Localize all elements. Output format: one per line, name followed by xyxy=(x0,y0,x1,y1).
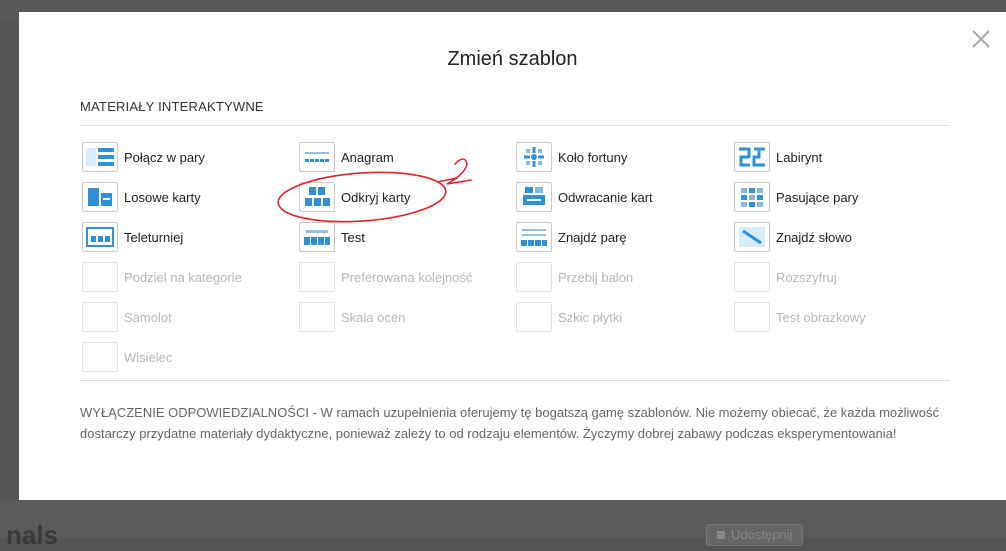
template-label: Przebij balon xyxy=(558,269,634,285)
divider xyxy=(80,380,950,381)
template-label: Test obrazkowy xyxy=(776,309,866,325)
template-rank-order: Preferowana kolejność xyxy=(299,260,473,294)
template-matching-pairs[interactable]: Pasujące pary xyxy=(734,180,858,214)
template-maze[interactable]: Labirynt xyxy=(734,140,822,174)
template-label: Losowe karty xyxy=(124,189,201,205)
maze-icon xyxy=(734,142,770,172)
template-anagram[interactable]: Anagram xyxy=(299,140,394,174)
template-label: Labirynt xyxy=(776,149,823,165)
template-label: Anagram xyxy=(341,149,394,165)
template-label: Podziel na kategorie xyxy=(124,269,242,285)
quiz-show-icon xyxy=(82,222,118,252)
image-quiz-icon xyxy=(734,302,770,332)
template-label: Odwracanie kart xyxy=(558,189,653,205)
template-random-cards[interactable]: Losowe karty xyxy=(82,180,201,214)
unjumble-icon xyxy=(734,262,770,292)
template-label: Test xyxy=(341,229,365,245)
template-label: Znajdź słowo xyxy=(776,229,852,245)
template-hangman: Wisielec xyxy=(82,340,172,374)
background-heading: nals xyxy=(6,520,59,550)
find-match-icon xyxy=(516,222,552,252)
anagram-icon xyxy=(299,142,335,172)
template-flip-tiles[interactable]: Odwracanie kart xyxy=(516,180,653,214)
template-open-box[interactable]: Odkryj karty xyxy=(299,180,410,214)
template-label: Wisielec xyxy=(124,349,173,365)
template-label: Połącz w pary xyxy=(124,149,205,165)
template-tile-sketch: Szkic płytki xyxy=(516,300,622,334)
template-match-up[interactable]: Połącz w pary xyxy=(82,140,205,174)
template-label: Znajdź parę xyxy=(558,229,627,245)
flip-tiles-icon xyxy=(516,182,552,212)
template-label: Odkryj karty xyxy=(341,189,411,205)
template-label: Skala ocen xyxy=(341,309,406,325)
open-box-icon xyxy=(299,182,335,212)
rank-order-icon xyxy=(299,262,335,292)
airplane-icon xyxy=(82,302,118,332)
section-title: MATERIAŁY INTERAKTYWNE xyxy=(80,99,264,114)
template-balloon-pop: Przebij balon xyxy=(516,260,633,294)
template-image-quiz: Test obrazkowy xyxy=(734,300,866,334)
share-button[interactable]: Udostępnij xyxy=(706,524,804,546)
background-bottom-bar xyxy=(0,500,1006,538)
close-icon[interactable] xyxy=(970,28,992,50)
modal-title: Zmień szablon xyxy=(447,48,578,70)
rating-scale-icon xyxy=(299,302,335,332)
template-label: Szkic płytki xyxy=(558,309,623,325)
template-label: Teleturniej xyxy=(124,229,184,245)
template-rating-scale: Skala ocen xyxy=(299,300,405,334)
template-label: Rozszyfruj xyxy=(776,269,837,285)
template-unjumble: Rozszyfruj xyxy=(734,260,837,294)
quiz-icon xyxy=(299,222,335,252)
change-template-modal: Zmień szablon MATERIAŁY INTERAKTYWNE Poł… xyxy=(19,12,1006,500)
random-cards-icon xyxy=(82,182,118,212)
template-label: Koło fortuny xyxy=(558,149,628,165)
wheel-icon xyxy=(516,142,552,172)
match-up-icon xyxy=(82,142,118,172)
group-sort-icon xyxy=(82,262,118,292)
template-find-match[interactable]: Znajdź parę xyxy=(516,220,627,254)
hangman-icon xyxy=(82,342,118,372)
template-group-sort: Podziel na kategorie xyxy=(82,260,242,294)
divider xyxy=(80,125,950,126)
template-label: Samolot xyxy=(124,309,172,325)
template-wordsearch[interactable]: Znajdź słowo xyxy=(734,220,852,254)
template-label: Pasujące pary xyxy=(776,189,859,205)
template-quiz[interactable]: Test xyxy=(299,220,365,254)
template-quiz-show[interactable]: Teleturniej xyxy=(82,220,183,254)
template-label: Preferowana kolejność xyxy=(341,269,473,285)
wordsearch-icon xyxy=(734,222,770,252)
template-airplane: Samolot xyxy=(82,300,172,334)
tile-sketch-icon xyxy=(516,302,552,332)
template-wheel[interactable]: Koło fortuny xyxy=(516,140,627,174)
disclaimer-text: WYŁĄCZENIE ODPOWIEDZIALNOŚCI - W ramach … xyxy=(80,405,940,441)
share-label: Udostępnij xyxy=(731,527,793,542)
balloon-pop-icon xyxy=(516,262,552,292)
matching-pairs-icon xyxy=(734,182,770,212)
